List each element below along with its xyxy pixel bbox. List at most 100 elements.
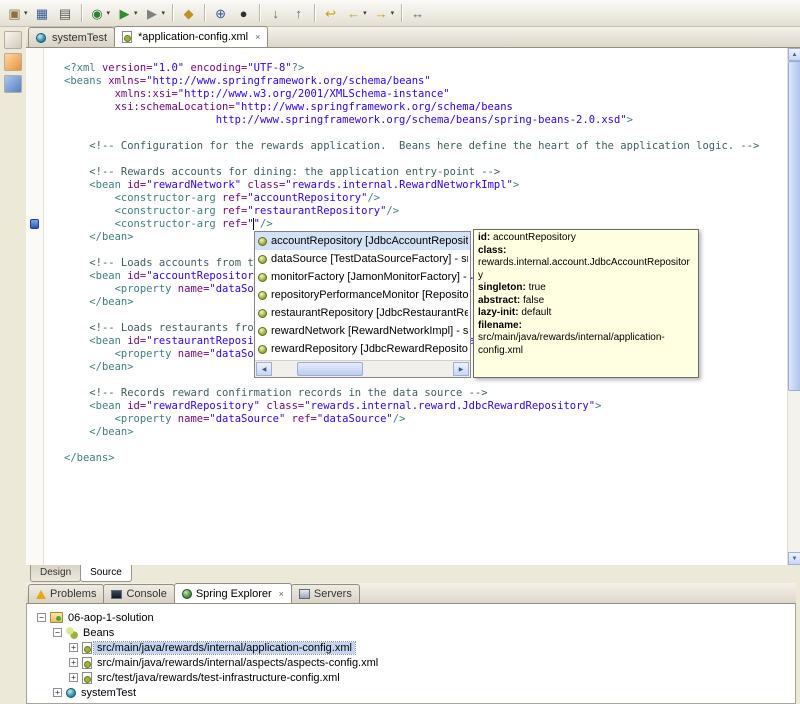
debug-button-dropdown-arrow[interactable]: ▾ (107, 9, 111, 17)
code-line[interactable]: xsi:schemaLocation="http://www.springfra… (64, 101, 787, 114)
forward-button-dropdown-arrow[interactable]: ▾ (391, 9, 395, 17)
content-assist-item-label: accountRepository [JdbcAccountRepository… (271, 235, 468, 247)
view-tab-label: Servers (313, 588, 352, 600)
tree-item[interactable]: + src/main/java/rewards/internal/applicat… (27, 640, 795, 655)
back-button[interactable]: ← ▾ (342, 2, 370, 24)
content-assist-item[interactable]: dataSource [TestDataSourceFactory] - src… (255, 250, 470, 268)
back-icon: ← (347, 5, 361, 21)
forward-button[interactable]: → ▾ (370, 2, 398, 24)
perspective-button-3[interactable] (4, 75, 22, 93)
content-assist-hscrollbar[interactable]: ◀ ▶ (255, 360, 470, 377)
code-line[interactable]: </beans> (64, 452, 787, 465)
tree-item[interactable]: + src/main/java/rewards/internal/aspects/… (27, 655, 795, 670)
tooltip-field-label: id: (478, 232, 491, 243)
scroll-up-button[interactable]: ▲ (788, 48, 800, 61)
debug-button[interactable]: ◉ ▾ (86, 2, 114, 24)
content-assist-item[interactable]: monitorFactory [JamonMonitorFactory] - s… (255, 268, 470, 286)
content-assist-item[interactable]: accountRepository [JdbcAccountRepository… (255, 232, 470, 250)
perspective-button-1[interactable] (4, 31, 22, 49)
external-tools-button[interactable]: ▶ ▾ (141, 2, 169, 24)
close-icon[interactable]: × (255, 32, 260, 42)
open-type-icon: ◆ (183, 5, 194, 21)
token-tag: /> (260, 218, 273, 230)
code-line[interactable] (64, 127, 787, 140)
token-attr: ref= (222, 218, 248, 230)
code-line[interactable]: <constructor-arg ref="restaurantReposito… (64, 205, 787, 218)
tree-item[interactable]: − Beans (27, 625, 795, 640)
content-assist-item[interactable]: rewardNetwork [RewardNetworkImpl] - src/… (255, 322, 470, 340)
expander-minus-icon[interactable]: − (37, 613, 46, 622)
token-tag: /> (367, 192, 381, 204)
content-assist-item-label: rewardRepository [JdbcRewardRepository] … (271, 343, 468, 355)
save-button[interactable]: ▦ (31, 2, 54, 24)
code-line[interactable]: <property name="dataSource" ref="dataSou… (64, 413, 787, 426)
view-tab-spring-explorer[interactable]: Spring Explorer × (173, 583, 292, 603)
previous-annotation-button[interactable]: ↑ (287, 2, 310, 24)
print-button[interactable]: ▤ (54, 2, 77, 24)
content-assist-item-label: repositoryPerformanceMonitor [Repository… (271, 289, 468, 301)
line-marker-ruler[interactable] (26, 48, 44, 565)
code-line[interactable] (64, 153, 787, 166)
expander-plus-icon[interactable]: + (53, 688, 62, 697)
run-button-dropdown-arrow[interactable]: ▾ (134, 9, 138, 17)
tree-item[interactable]: + src/test/java/rewards/test-infrastructu… (27, 670, 795, 685)
tree-item[interactable]: + systemTest (27, 685, 795, 700)
content-assist-item[interactable]: restaurantRepository [JdbcRestaurantRepo… (255, 304, 470, 322)
code-line[interactable]: <?xml version="1.0" encoding="UTF-8"?> (64, 62, 787, 75)
content-assist-popup: accountRepository [JdbcAccountRepository… (254, 231, 471, 378)
mode-tab-source[interactable]: Source (80, 565, 132, 582)
back-button-dropdown-arrow[interactable]: ▾ (363, 9, 367, 17)
record-button[interactable]: ● (232, 2, 255, 24)
code-line[interactable]: <!-- Configuration for the rewards appli… (64, 140, 787, 153)
view-tab-servers[interactable]: Servers (290, 584, 360, 603)
code-line[interactable] (64, 439, 787, 452)
code-line[interactable]: </bean> (64, 426, 787, 439)
mode-tab-design[interactable]: Design (30, 565, 82, 582)
view-tab-problems[interactable]: Problems (28, 584, 105, 603)
editor-tab-label: systemTest (52, 31, 108, 44)
scroll-right-button[interactable]: ▶ (453, 362, 469, 376)
code-line[interactable]: <bean id="rewardNetwork" class="rewards.… (64, 179, 787, 192)
expander-plus-icon[interactable]: + (69, 658, 78, 667)
run-button[interactable]: ▶ ▾ (113, 2, 141, 24)
token-tag: <constructor-arg (114, 205, 223, 217)
perspective-button-2[interactable] (4, 53, 22, 71)
token-comment: <!-- Records reward confirmation records… (89, 387, 488, 399)
scroll-left-button[interactable]: ◀ (256, 362, 272, 376)
expander-minus-icon[interactable]: − (53, 628, 62, 637)
content-assist-item[interactable]: rewardRepository [JdbcRewardRepository] … (255, 340, 470, 358)
hscrollbar-thumb[interactable] (297, 362, 363, 376)
editor-tab-application-config-xml[interactable]: *application-config.xml × (114, 26, 269, 47)
new-wizard-button[interactable]: ▣ ▾ (3, 2, 31, 24)
open-type-button[interactable]: ◆ (177, 2, 200, 24)
code-line[interactable]: <!-- Records reward confirmation records… (64, 387, 787, 400)
code-line[interactable]: xmlns:xsi="http://www.w3.org/2001/XMLSch… (64, 88, 787, 101)
vertical-scrollbar[interactable]: ▲ ▼ (787, 48, 800, 565)
expander-plus-icon[interactable]: + (69, 643, 78, 652)
scroll-down-button[interactable]: ▼ (788, 552, 800, 565)
next-annotation-button[interactable]: ↓ (264, 2, 287, 24)
code-line[interactable]: <beans xmlns="http://www.springframework… (64, 75, 787, 88)
last-edit-location-button[interactable]: ↩ (319, 2, 342, 24)
tooltip-field-label: lazy-init: (478, 307, 519, 318)
link-with-editor-button[interactable]: ↔ (406, 2, 429, 24)
editor-tab-systemtest[interactable]: systemTest (28, 27, 116, 47)
new-wizard-button-dropdown-arrow[interactable]: ▾ (24, 9, 28, 17)
code-line[interactable]: <constructor-arg ref="accountRepository"… (64, 192, 787, 205)
tooltip-row: id: accountRepository (478, 232, 694, 245)
content-assist-list: accountRepository [JdbcAccountRepository… (255, 232, 470, 360)
external-tools-button-dropdown-arrow[interactable]: ▾ (162, 9, 166, 17)
code-line[interactable]: <bean id="rewardRepository" class="rewar… (64, 400, 787, 413)
view-tab-console[interactable]: Console (103, 584, 175, 603)
content-assist-item[interactable]: repositoryPerformanceMonitor [Repository… (255, 286, 470, 304)
vertical-scrollbar-thumb[interactable] (788, 61, 800, 391)
expander-plus-icon[interactable]: + (69, 673, 78, 682)
search-button[interactable]: ⊕ (209, 2, 232, 24)
close-icon[interactable]: × (279, 589, 284, 599)
code-line[interactable]: <!-- Rewards accounts for dining: the ap… (64, 166, 787, 179)
code-line[interactable]: http://www.springframework.org/schema/be… (64, 114, 787, 127)
beans-config-icon (122, 31, 133, 43)
bottom-view-tabbar: Problems Console Spring Explorer × Servers (26, 583, 796, 603)
tree-item[interactable]: − 06-aop-1-solution (27, 610, 795, 625)
